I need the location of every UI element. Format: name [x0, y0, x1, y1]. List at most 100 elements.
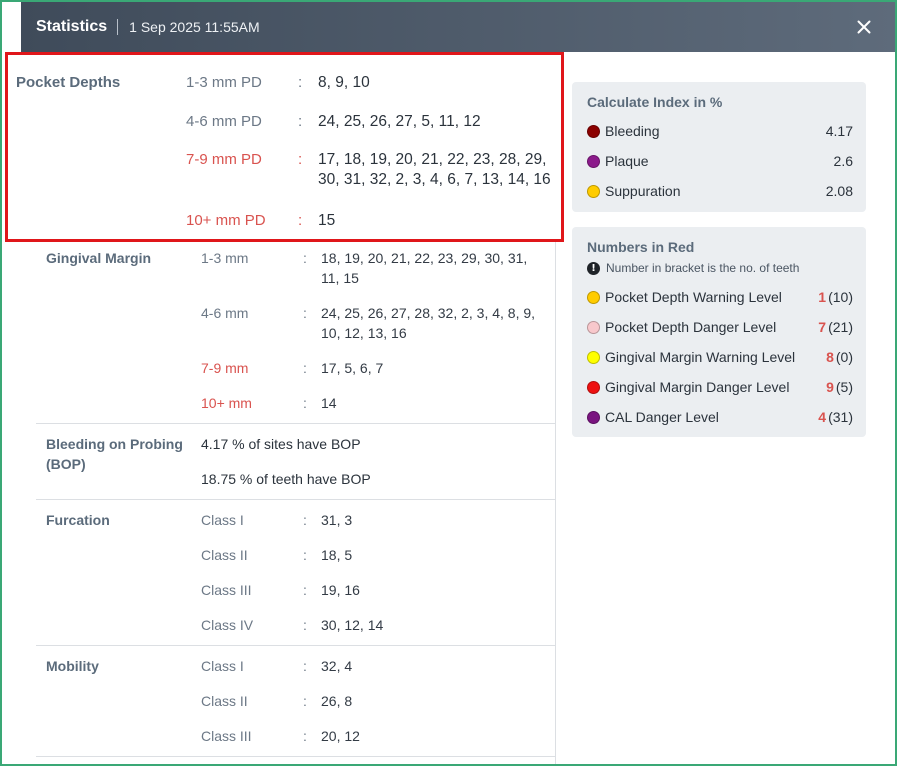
- exclamation-icon: !: [587, 261, 600, 275]
- row-colon: :: [303, 395, 307, 411]
- row-value: 20, 12: [321, 728, 360, 744]
- column-divider: [555, 238, 556, 764]
- title-separator: [117, 19, 119, 35]
- card-title: Calculate Index in %: [587, 94, 723, 110]
- red-item-value: 9 (5): [826, 379, 853, 395]
- index-item-plaque: Plaque 2.6: [587, 151, 853, 171]
- row-colon: :: [303, 582, 307, 598]
- red-item-label: Gingival Margin Danger Level: [605, 379, 790, 395]
- pd-warning-dot-icon: [587, 290, 600, 304]
- bop-section: Bleeding on Probing (BOP) 4.17 % of site…: [36, 434, 556, 494]
- row-label: Class I: [201, 512, 244, 528]
- row-label: 10+ mm PD: [186, 212, 266, 229]
- row-colon: :: [298, 151, 303, 168]
- row-colon: :: [303, 360, 307, 376]
- close-icon[interactable]: [854, 17, 874, 37]
- row-colon: :: [303, 512, 307, 528]
- index-label: Plaque: [605, 153, 649, 169]
- calculate-index-card: Calculate Index in % Bleeding 4.17 Plaqu…: [572, 82, 866, 212]
- dialog-header: Statistics 1 Sep 2025 11:55AM: [21, 2, 895, 52]
- section-divider: [36, 499, 556, 500]
- section-label: Furcation: [46, 512, 110, 528]
- red-item-value: 7 (21): [818, 319, 853, 335]
- row-value: 31, 3: [321, 512, 353, 528]
- dialog-title: Statistics: [36, 18, 108, 35]
- suppuration-dot-icon: [587, 184, 600, 198]
- index-value: 4.17: [825, 123, 853, 139]
- row-value: 17, 18, 19, 20, 21, 22, 23, 28, 29, 30, …: [318, 151, 551, 188]
- gm-danger-dot-icon: [587, 380, 600, 394]
- row-value: 24, 25, 26, 27, 28, 32, 2, 3, 4, 8, 9, 1…: [321, 305, 536, 341]
- row-label: 1-3 mm PD: [186, 74, 262, 91]
- row-label: 10+ mm: [201, 395, 252, 411]
- row-value: 15: [318, 212, 336, 229]
- gingival-margin-section: Gingival Margin 1-3 mm : 18, 19, 20, 21,…: [36, 248, 556, 418]
- row-value: 8, 9, 10: [318, 74, 370, 91]
- row-label: 7-9 mm PD: [186, 151, 262, 168]
- index-item-bleeding: Bleeding 4.17: [587, 121, 853, 141]
- row-value: 17, 5, 6, 7: [321, 360, 384, 376]
- plaque-dot-icon: [587, 154, 600, 168]
- bleeding-dot-icon: [587, 124, 600, 138]
- gm-warning-dot-icon: [587, 350, 600, 364]
- pocket-depths-highlight: Pocket Depths 1-3 mm PD : 8, 9, 10 4-6 m…: [5, 52, 564, 242]
- bop-teeth-text: 18.75 % of teeth have BOP: [201, 471, 371, 487]
- row-colon: :: [303, 250, 307, 266]
- red-item-count: (21): [828, 319, 853, 335]
- red-item-value: 4 (31): [818, 409, 853, 425]
- section-label: Bleeding on Probing (BOP): [46, 436, 183, 472]
- section-divider: [36, 645, 556, 646]
- row-colon: :: [298, 74, 303, 91]
- row-label: 7-9 mm: [201, 360, 249, 376]
- section-label: Gingival Margin: [46, 250, 152, 266]
- row-label: Class III: [201, 582, 252, 598]
- row-label: Class II: [201, 693, 248, 709]
- red-item: CAL Danger Level 4 (31): [587, 407, 853, 427]
- red-item-count: (5): [835, 379, 853, 395]
- row-value: 18, 19, 20, 21, 22, 23, 29, 30, 31, 11, …: [321, 250, 528, 286]
- cal-danger-dot-icon: [587, 410, 600, 424]
- red-item-num: 9: [826, 379, 834, 395]
- red-item-num: 7: [818, 319, 827, 335]
- row-colon: :: [303, 658, 307, 674]
- red-item-count: (10): [828, 289, 853, 305]
- red-item-count: (0): [835, 349, 853, 365]
- dialog-datetime: 1 Sep 2025 11:55AM: [129, 19, 260, 35]
- row-label: 4-6 mm: [201, 305, 249, 321]
- row-label: 1-3 mm: [201, 250, 249, 266]
- section-label: Mobility: [46, 658, 99, 674]
- row-value: 24, 25, 26, 27, 5, 11, 12: [318, 113, 481, 130]
- row-value: 18, 5: [321, 547, 353, 563]
- row-colon: :: [303, 693, 307, 709]
- row-value: 30, 12, 14: [321, 617, 384, 633]
- section-divider: [36, 756, 556, 757]
- row-colon: :: [303, 617, 307, 633]
- red-item-num: 1: [818, 289, 827, 305]
- row-value: 32, 4: [321, 658, 353, 674]
- red-item: Gingival Margin Warning Level 8 (0): [587, 347, 853, 367]
- index-label: Suppuration: [605, 183, 681, 199]
- row-colon: :: [303, 728, 307, 744]
- row-value: 26, 8: [321, 693, 353, 709]
- row-colon: :: [298, 212, 303, 229]
- mobility-section: Mobility Class I : 32, 4 Class II : 26, …: [36, 656, 556, 756]
- row-label: Class IV: [201, 617, 254, 633]
- red-item-label: Pocket Depth Warning Level: [605, 289, 782, 305]
- bop-sites-text: 4.17 % of sites have BOP: [201, 436, 361, 452]
- red-item-label: Pocket Depth Danger Level: [605, 319, 777, 335]
- furcation-section: Furcation Class I : 31, 3 Class II : 18,…: [36, 510, 556, 640]
- row-label: 4-6 mm PD: [186, 113, 262, 130]
- row-value: 19, 16: [321, 582, 360, 598]
- red-item: Pocket Depth Warning Level 1 (10): [587, 287, 853, 307]
- row-value: 14: [321, 395, 337, 411]
- red-item-count: (31): [828, 409, 853, 425]
- card-title: Numbers in Red: [587, 239, 695, 255]
- note-text: Number in bracket is the no. of teeth: [606, 261, 800, 275]
- numbers-in-red-card: Numbers in Red ! Number in bracket is th…: [572, 227, 866, 437]
- row-colon: :: [303, 305, 307, 321]
- row-colon: :: [298, 113, 303, 130]
- red-card-note: ! Number in bracket is the no. of teeth: [587, 261, 799, 275]
- row-label: Class II: [201, 547, 248, 563]
- red-item-value: 1 (10): [818, 289, 853, 305]
- red-item-num: 4: [818, 409, 827, 425]
